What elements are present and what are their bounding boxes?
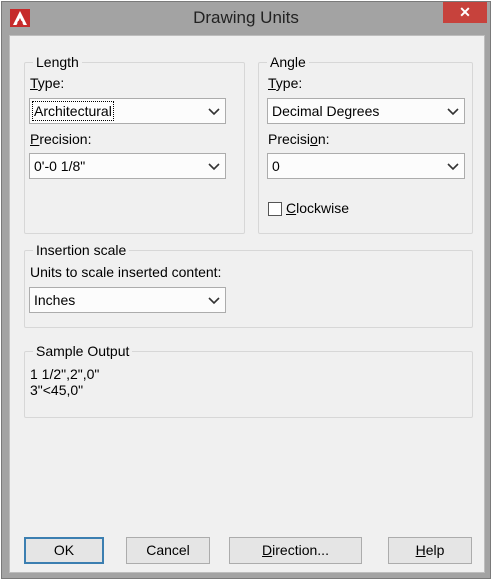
close-button[interactable]: ✕: [443, 2, 487, 23]
angle-type-label: Type:: [268, 75, 303, 91]
chevron-down-icon[interactable]: [444, 156, 462, 176]
clockwise-label[interactable]: Clockwise: [286, 200, 349, 216]
chevron-down-icon[interactable]: [205, 290, 223, 310]
sample-output-line-1: 1 1/2",2",0": [30, 366, 100, 382]
dialog-client-area: Length Type: Architectural Precision: 0'…: [9, 35, 485, 573]
angle-type-value: Decimal Degrees: [272, 103, 380, 119]
length-type-label: Type:: [30, 75, 65, 91]
angle-type-select[interactable]: Decimal Degrees: [267, 98, 465, 124]
length-type-select[interactable]: Architectural: [29, 98, 226, 124]
length-type-value: Architectural: [32, 101, 114, 121]
chevron-down-icon[interactable]: [444, 101, 462, 121]
length-precision-label: Precision:: [30, 131, 92, 147]
insertion-units-value: Inches: [34, 292, 76, 308]
window-title: Drawing Units: [193, 8, 299, 27]
ok-button[interactable]: OK: [24, 537, 104, 564]
angle-precision-select[interactable]: 0: [267, 153, 465, 179]
sample-output-group: Sample Output: [24, 343, 473, 418]
angle-legend: Angle: [267, 54, 309, 70]
angle-precision-label: Precision:: [268, 131, 330, 147]
angle-precision-value: 0: [272, 158, 280, 174]
direction-button[interactable]: Direction...: [229, 537, 362, 564]
chevron-down-icon[interactable]: [205, 156, 223, 176]
chevron-down-icon[interactable]: [205, 101, 223, 121]
length-legend: Length: [33, 54, 82, 70]
title-bar[interactable]: Drawing Units ✕: [2, 2, 490, 35]
insertion-units-select[interactable]: Inches: [29, 287, 226, 313]
cancel-button[interactable]: Cancel: [126, 537, 210, 564]
insertion-scale-legend: Insertion scale: [33, 242, 130, 258]
sample-output-legend: Sample Output: [33, 343, 133, 359]
insertion-units-label: Units to scale inserted content:: [30, 264, 222, 280]
help-button[interactable]: Help: [388, 537, 472, 564]
drawing-units-dialog: Drawing Units ✕ Length Type: Architectur…: [1, 1, 491, 579]
clockwise-checkbox[interactable]: [268, 202, 282, 216]
length-precision-select[interactable]: 0'-0 1/8": [29, 153, 226, 179]
length-precision-value: 0'-0 1/8": [34, 158, 86, 174]
sample-output-line-2: 3"<45,0": [30, 382, 84, 398]
